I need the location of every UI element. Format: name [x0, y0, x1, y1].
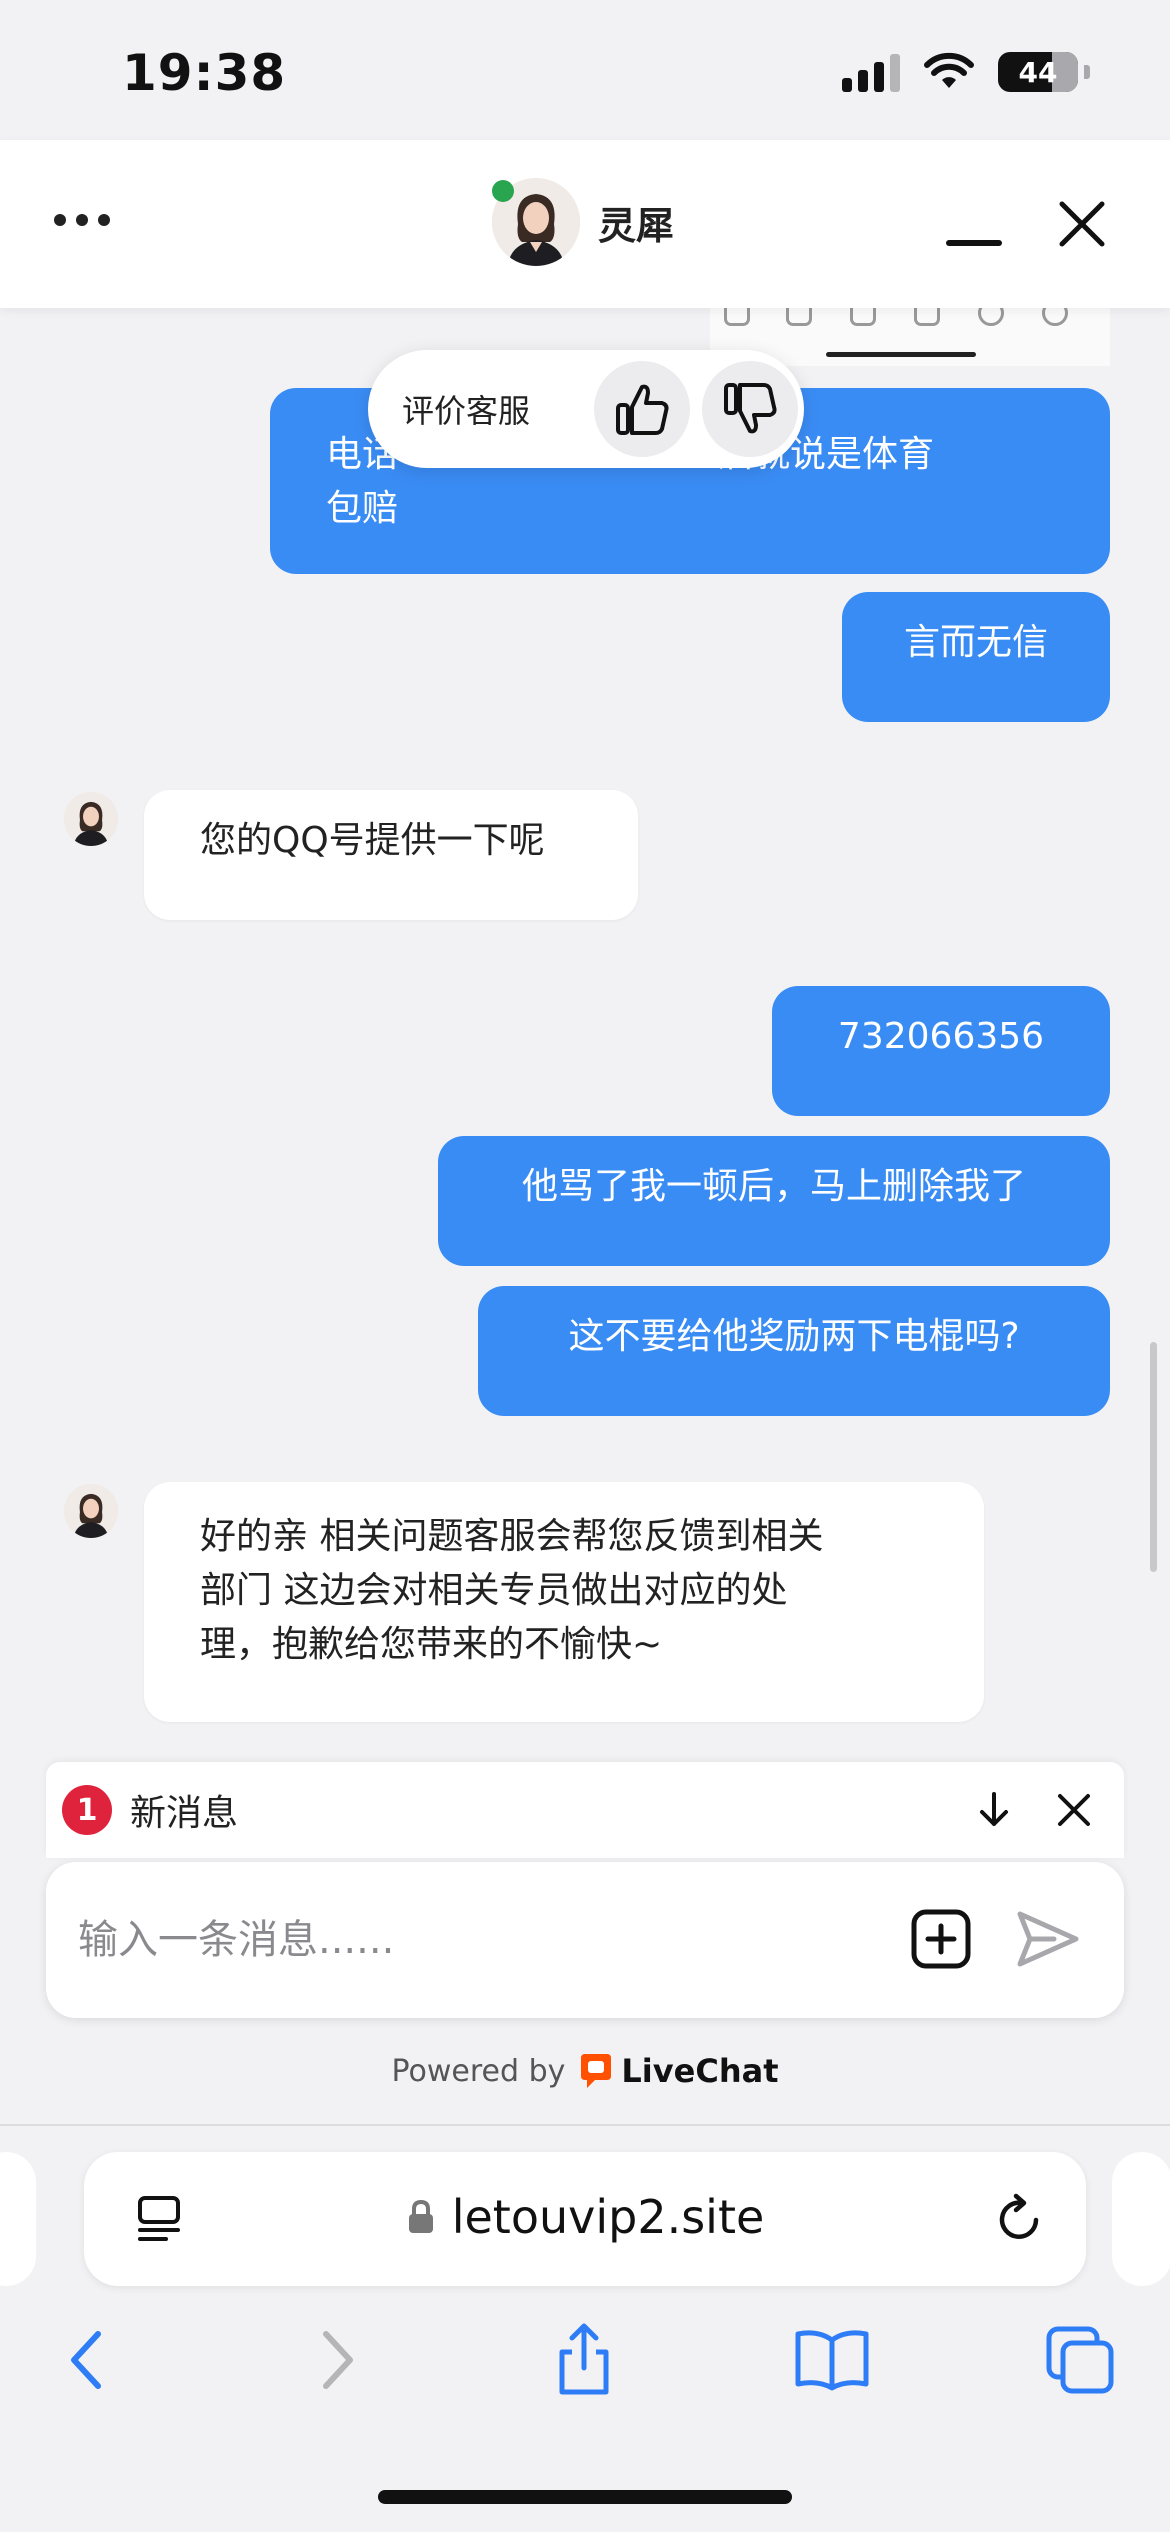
- new-message-label: 新消息: [130, 1793, 239, 1834]
- status-time: 19:38: [122, 44, 287, 102]
- message-outgoing: 732066356: [772, 986, 1110, 1116]
- close-icon: [1058, 1794, 1090, 1826]
- rate-agent-popover: 评价客服: [368, 350, 804, 468]
- message-incoming: 您的QQ号提供一下呢: [144, 790, 638, 920]
- previous-tab-edge[interactable]: [0, 2152, 36, 2286]
- address-bar[interactable]: letouvip2.site: [84, 2152, 1086, 2286]
- new-message-bar[interactable]: 1 新消息: [46, 1762, 1124, 1858]
- url-display[interactable]: letouvip2.site: [84, 2190, 1086, 2244]
- agent-avatar-small: [64, 792, 118, 846]
- more-options-icon[interactable]: [54, 214, 110, 226]
- powered-by: Powered by LiveChat: [0, 2052, 1170, 2090]
- livechat-logo-icon: [581, 2054, 612, 2088]
- status-bar: 19:38 44: [0, 0, 1170, 140]
- chevron-right-icon: [323, 2331, 353, 2389]
- agent-name: 灵犀: [598, 203, 675, 248]
- status-icons: 44: [842, 52, 1090, 92]
- share-button[interactable]: [544, 2320, 624, 2400]
- battery-level: 44: [1018, 56, 1058, 89]
- chevron-left-icon: [71, 2331, 101, 2389]
- arrow-down-icon: [980, 1792, 1008, 1826]
- message-input[interactable]: [78, 1906, 878, 1974]
- add-attachment-icon[interactable]: [910, 1908, 972, 1970]
- thumbs-down-button[interactable]: [702, 361, 798, 457]
- bookmarks-button[interactable]: [792, 2320, 872, 2400]
- thumbs-down-icon: [724, 383, 777, 434]
- agent-info: 灵犀: [492, 178, 674, 266]
- minimize-button[interactable]: [946, 240, 1002, 246]
- reload-icon[interactable]: [992, 2192, 1046, 2246]
- message-outgoing: 这不要给他奖励两下电棍吗?: [478, 1286, 1110, 1416]
- powered-by-label: Powered by: [391, 2053, 566, 2089]
- lock-icon: [408, 2199, 433, 2233]
- thumbs-up-icon: [616, 384, 669, 435]
- browser-nav-row: [0, 2320, 1170, 2420]
- message-outgoing: 言而无信: [842, 592, 1110, 722]
- battery-icon: 44: [998, 52, 1078, 92]
- chat-header: 灵犀: [0, 140, 1170, 308]
- back-button[interactable]: [46, 2320, 126, 2400]
- livechat-brand: LiveChat: [621, 2052, 779, 2090]
- message-incoming: 好的亲 相关问题客服会帮您反馈到相关 部门 这边会对相关专员做出对应的处 理，抱…: [144, 1482, 984, 1722]
- scrollbar[interactable]: [1150, 1342, 1157, 1572]
- send-icon[interactable]: [1014, 1908, 1080, 1970]
- thumbs-up-button[interactable]: [594, 361, 690, 457]
- agent-avatar-small: [64, 1484, 118, 1538]
- wifi-icon: [924, 52, 974, 88]
- cellular-signal-icon: [842, 52, 900, 92]
- url-text: letouvip2.site: [451, 2190, 765, 2244]
- scroll-down-button[interactable]: [964, 1780, 1024, 1840]
- tabs-icon: [1046, 2326, 1114, 2394]
- online-status-dot: [492, 180, 514, 202]
- message-outgoing: 他骂了我一顿后，马上删除我了: [438, 1136, 1110, 1266]
- battery-tip: [1084, 65, 1090, 79]
- book-icon: [795, 2330, 869, 2391]
- close-icon[interactable]: [1056, 198, 1108, 250]
- tabs-button[interactable]: [1040, 2320, 1120, 2400]
- message-composer: [46, 1862, 1124, 2018]
- rating-label: 评价客服: [402, 392, 531, 430]
- unread-badge: 1: [62, 1785, 112, 1835]
- next-tab-edge[interactable]: [1112, 2152, 1170, 2286]
- forward-button[interactable]: [298, 2320, 378, 2400]
- livechat-logo[interactable]: LiveChat: [577, 2052, 778, 2090]
- dismiss-new-message-button[interactable]: [1044, 1780, 1104, 1840]
- home-indicator: [378, 2490, 792, 2504]
- share-icon: [559, 2323, 609, 2395]
